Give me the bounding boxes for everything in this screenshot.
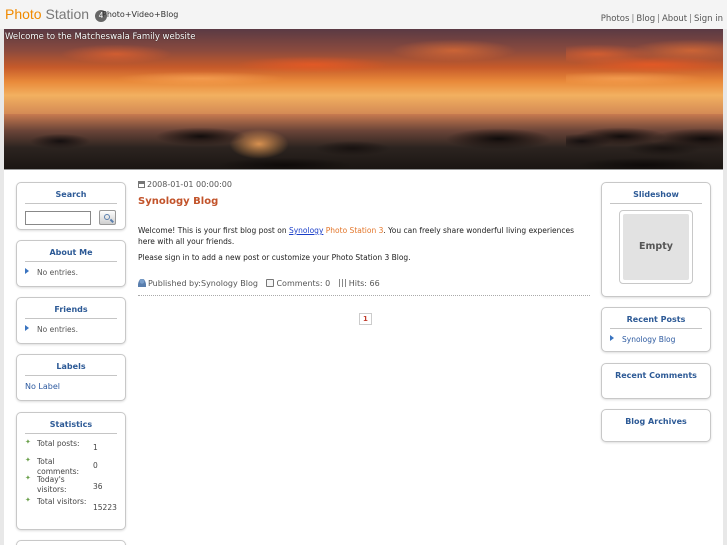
stat-total-comments: ✦ Total comments: 0 [25, 456, 98, 476]
hits-icon [338, 279, 347, 287]
stat-total-visitors: ✦ Total visitors: 15223 [25, 496, 117, 512]
nav-separator: | [631, 14, 635, 24]
slideshow-frame[interactable]: Empty [619, 210, 693, 284]
post-meta: Published by:Synology Blog Comments: 0 H… [138, 279, 590, 296]
banner-sunset-image-right [566, 29, 723, 169]
nav-sign-in-link[interactable]: Sign in [694, 14, 723, 24]
search-widget-title: Search [25, 190, 117, 204]
star-bullet-icon: ✦ [25, 496, 31, 504]
post-date: 2008-01-01 00:00:00 [138, 180, 590, 189]
list-item: No entries. [25, 268, 117, 277]
post-paragraph-2: Please sign in to add a new post or cust… [138, 253, 411, 262]
friends-widget: Friends No entries. [16, 297, 126, 344]
synology-link[interactable]: Synology [289, 226, 323, 235]
post-body: Welcome! This is your first blog post on… [138, 225, 590, 263]
top-bar: Photo Station 4 Photo+Video+Blog Photos |… [0, 0, 727, 29]
search-button[interactable] [99, 210, 116, 225]
stat-total-posts: ✦ Total posts: 1 [25, 438, 98, 452]
photo-station-link[interactable]: Photo Station 3 [326, 226, 384, 235]
list-item: No entries. [25, 325, 117, 334]
photo-station-logo[interactable]: Photo Station 4 [5, 6, 107, 22]
post-paragraph-1: Welcome! This is your first blog post on… [138, 226, 575, 246]
nav-separator: | [657, 14, 660, 24]
recent-posts-widget-title: Recent Posts [610, 315, 702, 329]
slideshow-widget-title: Slideshow [610, 190, 702, 204]
search-input[interactable] [25, 210, 91, 225]
nav-photos-link[interactable]: Photos [601, 14, 630, 24]
top-nav: Photos | Blog | About | Sign in [601, 14, 723, 24]
nav-about-link[interactable]: About [662, 14, 687, 24]
about-me-widget: About Me No entries. [16, 240, 126, 287]
triangle-bullet-icon [25, 268, 29, 274]
hits-count: Hits: 66 [348, 279, 380, 288]
recent-post-item[interactable]: Synology Blog [610, 335, 702, 344]
page-1-button[interactable]: 1 [359, 313, 372, 325]
no-label-link[interactable]: No Label [25, 382, 117, 391]
user-icon [138, 279, 146, 287]
banner-sunset-image [4, 29, 566, 169]
slideshow-widget: Slideshow Empty [601, 182, 711, 297]
star-bullet-icon: ✦ [25, 438, 31, 446]
labels-widget-title: Labels [25, 362, 117, 376]
tagline: Photo+Video+Blog [102, 10, 179, 19]
recent-posts-widget: Recent Posts Synology Blog [601, 307, 711, 352]
about-me-widget-title: About Me [25, 248, 117, 262]
statistics-widget: Statistics ✦ Total posts: 1 ✦ Total comment… [16, 412, 126, 530]
banner: Welcome to the Matcheswala Family websit… [4, 29, 723, 170]
comments-link[interactable]: Comments: 0 [276, 279, 330, 288]
stat-todays-visitors: ✦ Today's visitors: 36 [25, 474, 103, 494]
triangle-bullet-icon [610, 335, 614, 341]
post-title[interactable]: Synology Blog [138, 196, 590, 207]
nav-separator: | [689, 14, 692, 24]
star-bullet-icon: ✦ [25, 474, 31, 482]
calendar-icon [138, 181, 145, 188]
blog-archives-widget-title: Blog Archives [625, 417, 687, 426]
logo-station-text: Station [45, 6, 90, 22]
friends-widget-title: Friends [25, 305, 117, 319]
search-widget: Search [16, 182, 126, 230]
main-area: Search About Me No entries. Friends No e… [4, 170, 723, 545]
blog-post: 2008-01-01 00:00:00 Synology Blog Welcom… [138, 180, 590, 296]
extra-widget [16, 540, 126, 545]
slideshow-empty-text: Empty [623, 214, 689, 280]
comment-icon [266, 279, 275, 287]
star-bullet-icon: ✦ [25, 456, 31, 464]
statistics-widget-title: Statistics [25, 420, 117, 434]
recent-comments-widget-title: Recent Comments [615, 371, 697, 380]
triangle-bullet-icon [25, 325, 29, 331]
labels-widget: Labels No Label [16, 354, 126, 401]
recent-comments-widget: Recent Comments [601, 363, 711, 399]
published-by: Published by:Synology Blog [148, 279, 258, 288]
banner-title: Welcome to the Matcheswala Family websit… [5, 32, 196, 42]
nav-blog-link[interactable]: Blog [636, 14, 655, 24]
blog-archives-widget: Blog Archives [601, 409, 711, 442]
logo-photo-text: Photo [5, 6, 42, 22]
